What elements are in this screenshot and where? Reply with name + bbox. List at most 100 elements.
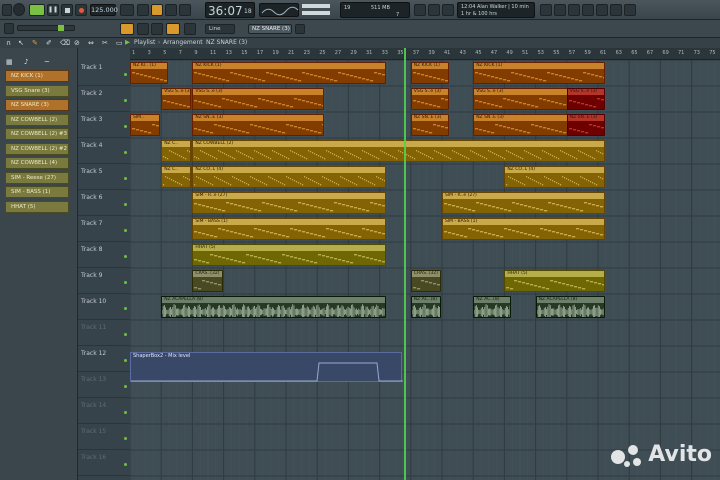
channel-item[interactable]: HHAT (5): [5, 200, 69, 213]
timeline-ruler[interactable]: 1 3 5 7 9 11 13 15 17 19 21 23 25 27 29 31 33 35 37 39 41 43 4…: [130, 48, 720, 60]
step-edit-icon[interactable]: [179, 4, 191, 16]
channel-item[interactable]: NZ COWBELL (2): [5, 113, 69, 126]
pattern-clip[interactable]: NZ ACAPELLA (8): [161, 296, 387, 318]
tempo-display[interactable]: 125.000: [90, 4, 118, 16]
track-header[interactable]: Track 13: [78, 372, 130, 398]
plugin-icon[interactable]: [610, 4, 622, 16]
track-led-icon[interactable]: [124, 99, 127, 102]
cpu-icon[interactable]: [442, 4, 454, 16]
snap-icon[interactable]: [4, 23, 14, 34]
pattern-clip[interactable]: NZ CO..L (4): [192, 166, 387, 188]
delete-tool-icon[interactable]: ⌫: [60, 39, 70, 47]
pattern-clip[interactable]: SIM..: [130, 114, 161, 136]
track-led-icon[interactable]: [124, 385, 127, 388]
track-header[interactable]: Track 3: [78, 112, 130, 138]
pattern-clip[interactable]: VSG S..e (3): [410, 88, 449, 110]
pattern-clip[interactable]: CRAS..(32): [192, 270, 223, 292]
track-header[interactable]: Track 1: [78, 60, 130, 86]
picker-pattern-icon[interactable]: ▦: [6, 58, 13, 66]
help-icon[interactable]: [624, 4, 636, 16]
channel-item[interactable]: NZ SNARE (3): [5, 99, 69, 111]
channel-item[interactable]: VSG Snare (3): [5, 84, 69, 97]
track-header[interactable]: Track 7: [78, 216, 130, 242]
pattern-clip[interactable]: VSG S..e (3): [161, 88, 192, 110]
mixer-icon[interactable]: [540, 4, 552, 16]
track-led-icon[interactable]: [124, 281, 127, 284]
track-header[interactable]: Track 11: [78, 320, 130, 346]
paint-tool-icon[interactable]: [151, 23, 163, 35]
pattern-clip[interactable]: NZ KICK (1): [473, 62, 605, 84]
track-led-icon[interactable]: [124, 411, 127, 414]
browser-icon[interactable]: [596, 4, 608, 16]
master-pitch-slider[interactable]: [302, 11, 330, 15]
wrench-icon[interactable]: [428, 4, 440, 16]
pause-button[interactable]: ❚❚: [47, 4, 59, 16]
track-header[interactable]: Track 14: [78, 398, 130, 424]
snap-select[interactable]: Line: [205, 24, 235, 34]
pattern-clip[interactable]: VSG S..e (3): [473, 88, 574, 110]
channel-item[interactable]: SIM - Reese (27): [5, 171, 69, 184]
track-led-icon[interactable]: [124, 73, 127, 76]
track-header[interactable]: Track 6: [78, 190, 130, 216]
automation-clip[interactable]: ShaperBox2 - Mix level: [130, 352, 403, 382]
track-led-icon[interactable]: [124, 125, 127, 128]
track-led-icon[interactable]: [124, 151, 127, 154]
magnet-icon[interactable]: [184, 23, 196, 35]
track-header[interactable]: Track 12: [78, 346, 130, 372]
draw-tool-icon[interactable]: [137, 23, 149, 35]
record-button[interactable]: [75, 4, 87, 16]
picker-audio-icon[interactable]: ♪: [24, 58, 28, 66]
pattern-clip[interactable]: NZ AC..(8): [473, 296, 512, 318]
playhead[interactable]: [404, 48, 406, 480]
track-header[interactable]: Track 10: [78, 294, 130, 320]
pattern-clip[interactable]: NZ AC..(8): [410, 296, 441, 318]
track-header[interactable]: Track 4: [78, 138, 130, 164]
pattern-clip[interactable]: SIM - BASS (1): [192, 218, 387, 240]
track-led-icon[interactable]: [124, 359, 127, 362]
track-header[interactable]: Track 16: [78, 450, 130, 476]
track-led-icon[interactable]: [124, 255, 127, 258]
pattern-clip[interactable]: NZ COWBELL (2): [192, 140, 605, 162]
pattern-clip[interactable]: NZ KICK (1): [192, 62, 387, 84]
channel-item[interactable]: NZ COWBELL (2) #2: [5, 142, 69, 155]
pattern-clip[interactable]: SIM - R..e (27): [192, 192, 387, 214]
playlist-icon[interactable]: [582, 4, 594, 16]
pattern-clip[interactable]: NZ C..: [161, 140, 192, 162]
channel-rack-icon[interactable]: [554, 4, 566, 16]
pattern-clip[interactable]: NZ SN..E (3): [566, 114, 605, 136]
pattern-clip[interactable]: CRAS..(32): [410, 270, 441, 292]
track-led-icon[interactable]: [124, 229, 127, 232]
pattern-clip[interactable]: VSG S..e (3): [566, 88, 605, 110]
track-header[interactable]: Track 5: [78, 164, 130, 190]
picker-automation-icon[interactable]: ~: [44, 58, 50, 66]
track-led-icon[interactable]: [124, 203, 127, 206]
pattern-clip[interactable]: NZ KICK (1): [410, 62, 449, 84]
add-pattern-icon[interactable]: [295, 24, 305, 34]
track-led-icon[interactable]: [124, 177, 127, 180]
slip-tool-icon[interactable]: ⇔: [88, 39, 94, 47]
channel-item[interactable]: SIM - BASS (1): [5, 186, 69, 198]
pattern-clip[interactable]: NZ SN..E (3): [410, 114, 449, 136]
select-tool-icon[interactable]: ▭: [116, 39, 123, 47]
undo-icon[interactable]: [414, 4, 426, 16]
pattern-clip[interactable]: NZ SN..E (3): [473, 114, 574, 136]
track-header[interactable]: Track 2: [78, 86, 130, 112]
track-header[interactable]: Track 15: [78, 424, 130, 450]
draw-tool-small-icon[interactable]: ✎: [32, 39, 38, 47]
pattern-clip[interactable]: NZ C..: [161, 166, 192, 188]
channel-item[interactable]: NZ COWBELL (4): [5, 157, 69, 169]
master-pitch-knob[interactable]: [13, 3, 25, 16]
track-led-icon[interactable]: [124, 437, 127, 440]
track-header[interactable]: Track 8: [78, 242, 130, 268]
loop-icon[interactable]: [137, 4, 149, 16]
pattern-clip[interactable]: NZ KI.. (1): [130, 62, 168, 84]
blend-notes-icon[interactable]: [165, 4, 177, 16]
pattern-clip[interactable]: VSG S..e (3): [192, 88, 324, 110]
arrow-tool-icon[interactable]: ↖: [18, 39, 24, 47]
pattern-clip[interactable]: HHAT (5): [192, 244, 387, 266]
song-mode-toggle[interactable]: [29, 4, 45, 16]
pattern-clip[interactable]: NZ CO..L (4): [504, 166, 605, 188]
pattern-select[interactable]: NZ SNARE (3): [248, 24, 292, 34]
pattern-clip[interactable]: NZ SN..E (3): [192, 114, 324, 136]
master-volume-slider[interactable]: [302, 4, 330, 8]
